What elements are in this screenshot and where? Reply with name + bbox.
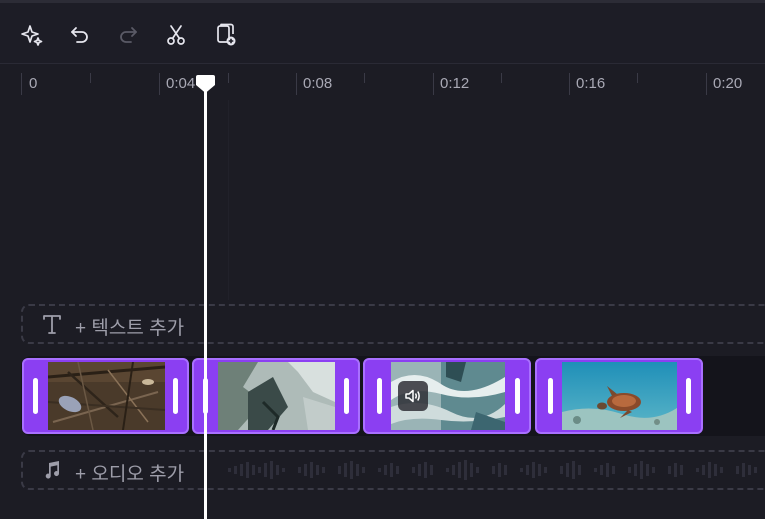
- undo-icon: [71, 27, 88, 43]
- add-text-lane[interactable]: + 텍스트 추가: [21, 304, 765, 344]
- ruler-label: 0:08: [303, 75, 333, 92]
- ruler-tick: [21, 73, 22, 95]
- playhead-handle[interactable]: [196, 75, 215, 93]
- clip-audio-badge[interactable]: [398, 381, 428, 411]
- clip-trim-handle-left[interactable]: [548, 378, 553, 414]
- ruler-tick: [569, 73, 570, 95]
- ruler-tick: [433, 73, 434, 95]
- ruler-label: 0:12: [440, 75, 470, 92]
- video-clip-4[interactable]: [535, 358, 703, 434]
- clip-trim-handle-right[interactable]: [173, 378, 178, 414]
- ruler-tick: [296, 73, 297, 95]
- video-clip-2[interactable]: [192, 358, 360, 434]
- ruler-label: 0: [29, 75, 38, 92]
- text-T-icon: [43, 315, 61, 334]
- add-text-label: + 텍스트 추가: [75, 318, 185, 339]
- ruler-tick: [90, 73, 91, 83]
- add-audio-label: + 오디오 추가: [75, 464, 185, 485]
- timeline-toolbar: [0, 0, 765, 64]
- music-note-icon: [45, 461, 60, 479]
- duplicate-add-icon: [217, 23, 236, 46]
- ruler-tick: [706, 73, 707, 95]
- redo-button[interactable]: [114, 21, 142, 49]
- clip-trim-handle-left[interactable]: [33, 378, 38, 414]
- duplicate-button[interactable]: [212, 21, 240, 49]
- ruler-tick: [159, 73, 160, 95]
- column-guide: [228, 100, 229, 300]
- split-button[interactable]: [162, 21, 190, 49]
- clip-thumbnail: [218, 362, 335, 430]
- magic-sparkle-button[interactable]: [18, 21, 46, 49]
- undo-button[interactable]: [66, 21, 94, 49]
- audio-waveform-placeholder: [228, 460, 757, 480]
- magic-sparkle-icon: [21, 25, 43, 46]
- playhead-line[interactable]: [204, 88, 207, 519]
- time-ruler[interactable]: 0 0:04 0:08 0:12 0:16 0:20: [0, 65, 765, 101]
- video-clip-3[interactable]: [363, 358, 531, 434]
- clip-thumbnail: [48, 362, 165, 430]
- ruler-label: 0:20: [713, 75, 743, 92]
- clip-trim-handle-left[interactable]: [377, 378, 382, 414]
- ruler-label: 0:04: [166, 75, 196, 92]
- clip-trim-handle-right[interactable]: [686, 378, 691, 414]
- speaker-icon: [405, 389, 420, 403]
- clip-thumbnail: [562, 362, 677, 430]
- ruler-tick: [364, 73, 365, 83]
- video-clip-1[interactable]: [22, 358, 189, 434]
- clip-trim-handle-right[interactable]: [515, 378, 520, 414]
- ruler-tick: [501, 73, 502, 83]
- scissors-icon: [167, 25, 185, 45]
- ruler-tick: [228, 73, 229, 83]
- ruler-tick: [637, 73, 638, 83]
- redo-icon: [120, 27, 137, 43]
- clip-trim-handle-right[interactable]: [344, 378, 349, 414]
- ruler-label: 0:16: [576, 75, 606, 92]
